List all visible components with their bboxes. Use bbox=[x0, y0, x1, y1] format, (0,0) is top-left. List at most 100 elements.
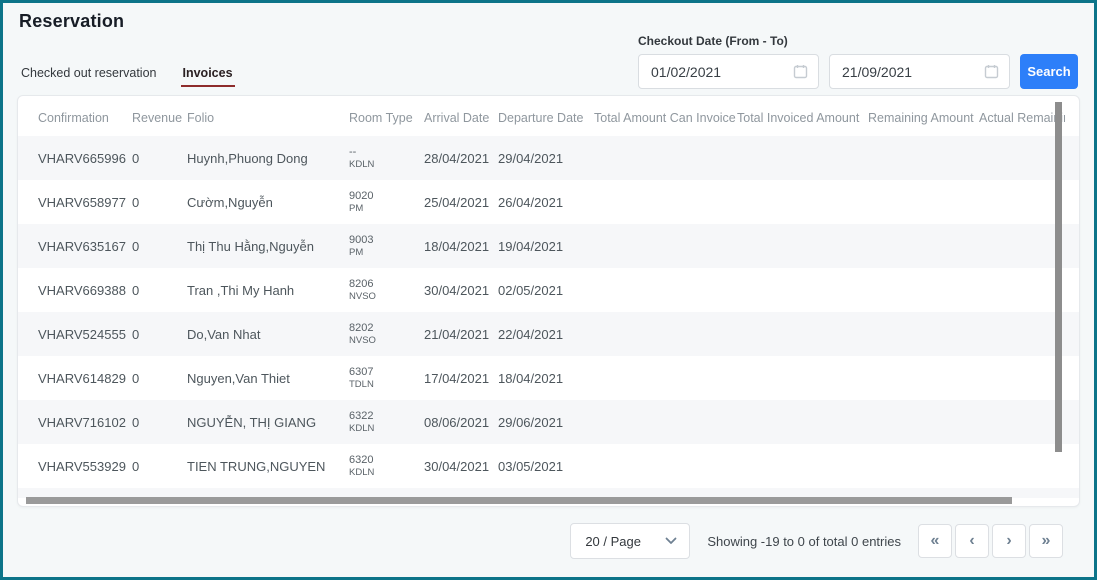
table-row[interactable]: VHARV635167 0 Thị Thu Hằng,Nguyễn 9003PM… bbox=[18, 224, 1079, 268]
pagination-nav: « ‹ › » bbox=[918, 524, 1063, 558]
room-code: PM bbox=[349, 247, 416, 259]
page-header: Reservation Checked out reservation Invo… bbox=[3, 3, 1094, 95]
room-code: TDLN bbox=[349, 379, 416, 391]
cell-folio: Do,Van Nhat bbox=[187, 327, 349, 342]
tab-invoices[interactable]: Invoices bbox=[181, 66, 235, 87]
cell-room-type: 9020PM bbox=[349, 190, 424, 215]
date-to-value: 21/09/2021 bbox=[842, 64, 912, 80]
cell-confirmation: VHARV665996 bbox=[38, 151, 132, 166]
cell-arrival-date: 28/04/2021 bbox=[424, 151, 498, 166]
calendar-icon[interactable] bbox=[793, 64, 808, 79]
calendar-icon[interactable] bbox=[984, 64, 999, 79]
cell-room-type: 6320KDLN bbox=[349, 454, 424, 479]
room-number: 9020 bbox=[349, 190, 416, 203]
table-row[interactable]: VHARV716102 0 NGUYỄN, THỊ GIANG 6322KDLN… bbox=[18, 400, 1079, 444]
tab-bar: Checked out reservation Invoices bbox=[19, 66, 235, 95]
pagination-bar: 20 / Page Showing -19 to 0 of total 0 en… bbox=[17, 523, 1063, 559]
cell-departure-date: 22/04/2021 bbox=[498, 327, 594, 342]
entries-summary: Showing -19 to 0 of total 0 entries bbox=[707, 534, 901, 549]
cell-arrival-date: 17/04/2021 bbox=[424, 371, 498, 386]
cell-folio: NGUYỄN, THỊ GIANG bbox=[187, 415, 349, 430]
cell-room-type: 8206NVSO bbox=[349, 278, 424, 303]
col-folio: Folio bbox=[187, 111, 349, 125]
vertical-scrollbar[interactable] bbox=[1055, 102, 1062, 452]
table-row[interactable]: VHARV553929 0 TIEN TRUNG,NGUYEN 6320KDLN… bbox=[18, 444, 1079, 488]
table-row[interactable]: VHARV614829 0 Nguyen,Van Thiet 6307TDLN … bbox=[18, 356, 1079, 400]
cell-arrival-date: 18/04/2021 bbox=[424, 239, 498, 254]
search-button[interactable]: Search bbox=[1020, 54, 1078, 89]
col-actual-remaining-amount: Actual Remaining Amount bbox=[979, 111, 1065, 125]
room-number: 8202 bbox=[349, 322, 416, 335]
room-number: 6320 bbox=[349, 454, 416, 467]
cell-confirmation: VHARV524555 bbox=[38, 327, 132, 342]
table-row[interactable]: VHARV669388 0 Tran ,Thi My Hanh 8206NVSO… bbox=[18, 268, 1079, 312]
checkout-date-filter: Checkout Date (From - To) 01/02/2021 21/… bbox=[638, 34, 1078, 95]
cell-confirmation: VHARV658977 bbox=[38, 195, 132, 210]
room-code: NVSO bbox=[349, 335, 416, 347]
room-number: 8206 bbox=[349, 278, 416, 291]
date-from-input[interactable]: 01/02/2021 bbox=[638, 54, 819, 89]
cell-room-type: --KDLN bbox=[349, 146, 424, 171]
room-number: 9003 bbox=[349, 234, 416, 247]
cell-folio: Huynh,Phuong Dong bbox=[187, 151, 349, 166]
cell-folio: Thị Thu Hằng,Nguyễn bbox=[187, 239, 349, 254]
cell-revenue: 0 bbox=[132, 151, 187, 166]
cell-revenue: 0 bbox=[132, 239, 187, 254]
cell-folio: Cườm,Nguyễn bbox=[187, 195, 349, 210]
cell-arrival-date: 30/04/2021 bbox=[424, 283, 498, 298]
last-page-button[interactable]: » bbox=[1029, 524, 1063, 558]
cell-departure-date: 02/05/2021 bbox=[498, 283, 594, 298]
page-size-select[interactable]: 20 / Page bbox=[570, 523, 690, 559]
room-number: 6307 bbox=[349, 366, 416, 379]
date-from-value: 01/02/2021 bbox=[651, 64, 721, 80]
col-revenue: Revenue bbox=[132, 111, 187, 125]
room-number: -- bbox=[349, 146, 416, 159]
cell-folio: Nguyen,Van Thiet bbox=[187, 371, 349, 386]
room-code: KDLN bbox=[349, 423, 416, 435]
cell-confirmation: VHARV716102 bbox=[38, 415, 132, 430]
cell-revenue: 0 bbox=[132, 459, 187, 474]
room-number: 6322 bbox=[349, 410, 416, 423]
horizontal-scrollbar[interactable] bbox=[26, 497, 1012, 504]
cell-confirmation: VHARV614829 bbox=[38, 371, 132, 386]
cell-arrival-date: 25/04/2021 bbox=[424, 195, 498, 210]
prev-page-button[interactable]: ‹ bbox=[955, 524, 989, 558]
room-code: PM bbox=[349, 203, 416, 215]
cell-revenue: 0 bbox=[132, 371, 187, 386]
page-size-value: 20 / Page bbox=[585, 534, 641, 549]
col-remaining-amount: Remaining Amount bbox=[868, 111, 979, 125]
cell-departure-date: 29/04/2021 bbox=[498, 151, 594, 166]
cell-arrival-date: 21/04/2021 bbox=[424, 327, 498, 342]
page-title: Reservation bbox=[19, 11, 1078, 32]
cell-revenue: 0 bbox=[132, 283, 187, 298]
cell-departure-date: 29/06/2021 bbox=[498, 415, 594, 430]
table-header-row: Confirmation Revenue Folio Room Type Arr… bbox=[18, 100, 1079, 136]
cell-departure-date: 18/04/2021 bbox=[498, 371, 594, 386]
cell-room-type: 6322KDLN bbox=[349, 410, 424, 435]
first-page-button[interactable]: « bbox=[918, 524, 952, 558]
next-page-button[interactable]: › bbox=[992, 524, 1026, 558]
cell-revenue: 0 bbox=[132, 415, 187, 430]
cell-confirmation: VHARV635167 bbox=[38, 239, 132, 254]
cell-revenue: 0 bbox=[132, 327, 187, 342]
tab-checked-out-reservation[interactable]: Checked out reservation bbox=[19, 66, 159, 87]
table-row[interactable]: VHARV658977 0 Cườm,Nguyễn 9020PM 25/04/2… bbox=[18, 180, 1079, 224]
cell-room-type: 8202NVSO bbox=[349, 322, 424, 347]
table-row[interactable]: VHARV665996 0 Huynh,Phuong Dong --KDLN 2… bbox=[18, 136, 1079, 180]
room-code: KDLN bbox=[349, 159, 416, 171]
filter-inputs: 01/02/2021 21/09/2021 Search bbox=[638, 54, 1078, 89]
room-code: KDLN bbox=[349, 467, 416, 479]
col-total-amount-can-invoice: Total Amount Can Invoice bbox=[594, 111, 737, 125]
cell-departure-date: 03/05/2021 bbox=[498, 459, 594, 474]
table-row[interactable]: VHARV524555 0 Do,Van Nhat 8202NVSO 21/04… bbox=[18, 312, 1079, 356]
room-code: NVSO bbox=[349, 291, 416, 303]
cell-room-type: 6307TDLN bbox=[349, 366, 424, 391]
col-total-invoiced-amount: Total Invoiced Amount bbox=[737, 111, 868, 125]
chevron-down-icon bbox=[665, 537, 677, 545]
date-to-input[interactable]: 21/09/2021 bbox=[829, 54, 1010, 89]
col-room-type: Room Type bbox=[349, 111, 424, 125]
cell-revenue: 0 bbox=[132, 195, 187, 210]
cell-confirmation: VHARV669388 bbox=[38, 283, 132, 298]
cell-departure-date: 19/04/2021 bbox=[498, 239, 594, 254]
cell-confirmation: VHARV553929 bbox=[38, 459, 132, 474]
